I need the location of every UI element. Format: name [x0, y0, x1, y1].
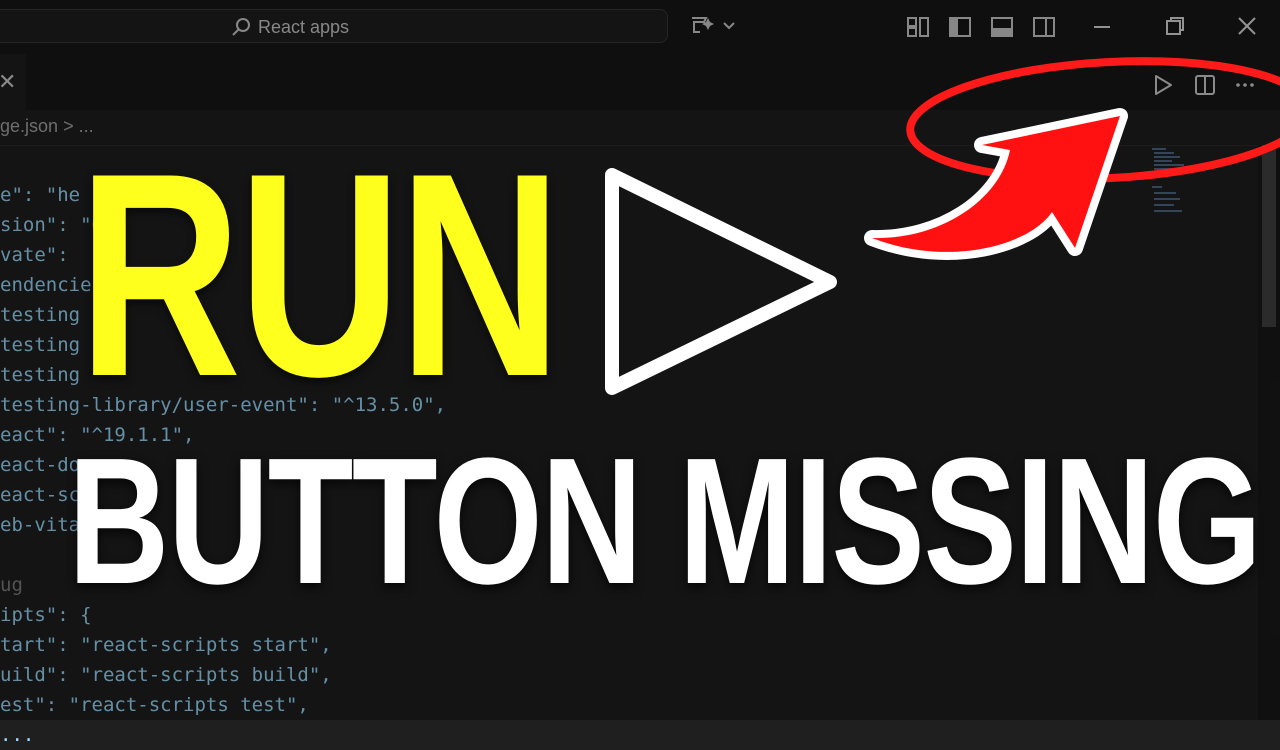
play-triangle-icon [605, 168, 837, 395]
run-heading: RUN [78, 113, 562, 437]
code-line: ... [0, 724, 35, 746]
button-missing-heading: BUTTON MISSING [68, 421, 1262, 622]
